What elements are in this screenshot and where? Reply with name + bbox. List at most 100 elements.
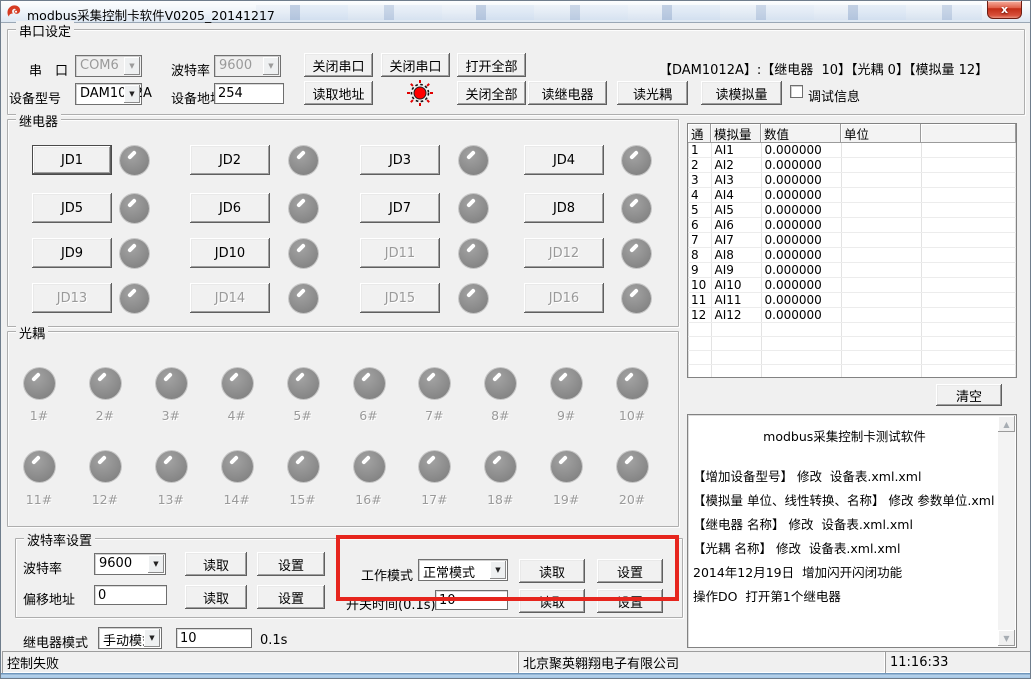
col-analog: 模拟量 (711, 124, 761, 143)
baud-read-button[interactable]: 读取 (185, 552, 247, 576)
debug-checkbox[interactable] (790, 85, 803, 98)
analog-cell-unit (841, 203, 921, 218)
close-all-button[interactable]: 关闭全部 (457, 81, 526, 105)
work-mode-combobox[interactable]: 正常模式 ▼ (418, 559, 508, 581)
offset-addr-input[interactable] (94, 585, 167, 605)
close-button[interactable]: x (987, 1, 1022, 19)
analog-row-1[interactable]: 1AI10.000000 (688, 143, 1016, 158)
analog-row-12[interactable]: 12AI120.000000 (688, 308, 1016, 323)
analog-cell-value: 0.000000 (761, 173, 841, 188)
debug-checkbox-label: 调试信息 (808, 86, 860, 105)
col-channel: 通 (688, 124, 711, 143)
relay-button-jd2[interactable]: JD2 (190, 145, 270, 175)
opto-label-3: 3# (149, 408, 193, 423)
baud-group-title: 波特率设置 (24, 530, 95, 549)
analog-cell-name: AI5 (711, 203, 761, 218)
analog-cell-ch: 11 (688, 293, 711, 308)
baud-set-combobox[interactable]: 9600 ▼ (94, 553, 166, 575)
chevron-down-icon: ▼ (144, 629, 160, 647)
relay-led-11 (459, 239, 488, 268)
opto-led-1 (24, 368, 55, 399)
log-line-3: 【继电器 名称】 修改 设备表.xml.xml (693, 513, 996, 537)
relay-mode-combobox[interactable]: 手动模式 ▼ (98, 627, 162, 649)
chevron-down-icon: ▼ (490, 561, 506, 579)
analog-cell-unit (841, 263, 921, 278)
title-bar[interactable]: modbus采集控制卡软件V0205_20141217 x (1, 1, 1030, 23)
analog-empty-row (688, 337, 1016, 351)
close-serial-button-1[interactable]: 关闭串口 (304, 53, 373, 77)
relay-led-3 (459, 146, 488, 175)
analog-cell-extra (921, 188, 1016, 203)
switch-time-label: 开关时间(0.1s) (346, 594, 436, 613)
scroll-down-icon[interactable]: ▼ (998, 630, 1015, 646)
analog-cell-extra (921, 203, 1016, 218)
serial-group-title: 串口设定 (16, 21, 74, 40)
offset-set-button[interactable]: 设置 (257, 585, 325, 609)
device-model-combobox[interactable]: DAM1012A ▼ (75, 83, 142, 105)
analog-cell-value: 0.000000 (761, 158, 841, 173)
analog-row-4[interactable]: 4AI40.000000 (688, 188, 1016, 203)
offset-read-button[interactable]: 读取 (185, 585, 247, 609)
relay-button-jd15: JD15 (360, 283, 440, 313)
analog-cell-extra (921, 233, 1016, 248)
read-addr-button[interactable]: 读取地址 (304, 81, 373, 105)
device-addr-input[interactable] (214, 83, 284, 104)
relay-button-jd7[interactable]: JD7 (360, 193, 440, 223)
relay-button-jd3[interactable]: JD3 (360, 145, 440, 175)
switch-time-read-button[interactable]: 读取 (519, 589, 585, 613)
work-mode-set-button[interactable]: 设置 (597, 559, 663, 583)
col-unit: 单位 (841, 124, 921, 143)
analog-cell-name: AI6 (711, 218, 761, 233)
open-all-button[interactable]: 打开全部 (457, 53, 526, 77)
analog-row-2[interactable]: 2AI20.000000 (688, 158, 1016, 173)
analog-row-5[interactable]: 5AI50.000000 (688, 203, 1016, 218)
relay-button-jd10[interactable]: JD10 (190, 238, 270, 268)
analog-row-9[interactable]: 9AI90.000000 (688, 263, 1016, 278)
opto-label-12: 12# (83, 492, 127, 507)
clear-button[interactable]: 清空 (936, 384, 1002, 406)
opto-led-8 (485, 368, 516, 399)
analog-cell-ch: 9 (688, 263, 711, 278)
analog-cell-name: AI11 (711, 293, 761, 308)
read-opto-button[interactable]: 读光耦 (617, 81, 688, 105)
relay-led-2 (289, 146, 318, 175)
analog-cell-extra (921, 218, 1016, 233)
analog-cell-ch: 7 (688, 233, 711, 248)
scroll-up-icon[interactable]: ▲ (998, 416, 1015, 432)
relay-mode-time-input[interactable] (176, 628, 252, 648)
relay-button-jd8[interactable]: JD8 (524, 193, 604, 223)
log-lines: modbus采集控制卡测试软件【增加设备型号】 修改 设备表.xml.xml【模… (693, 419, 996, 645)
analog-empty-row (688, 323, 1016, 337)
switch-time-input[interactable] (435, 590, 508, 610)
relay-button-jd9[interactable]: JD9 (32, 238, 112, 268)
analog-cell-value: 0.000000 (761, 188, 841, 203)
opto-led-7 (419, 368, 450, 399)
analog-empty-row (688, 351, 1016, 365)
relay-led-7 (459, 194, 488, 223)
switch-time-set-button[interactable]: 设置 (597, 589, 663, 613)
analog-cell-ch: 4 (688, 188, 711, 203)
close-serial-button-2[interactable]: 关闭串口 (381, 53, 450, 77)
col-extra (921, 124, 1016, 143)
analog-row-11[interactable]: 11AI110.000000 (688, 293, 1016, 308)
col-value: 数值 (761, 124, 841, 143)
relay-button-jd1[interactable]: JD1 (32, 145, 112, 175)
analog-row-3[interactable]: 3AI30.000000 (688, 173, 1016, 188)
analog-row-8[interactable]: 8AI80.000000 (688, 248, 1016, 263)
log-line-4: 【光耦 名称】 修改 设备表.xml.xml (693, 537, 996, 561)
analog-row-6[interactable]: 6AI60.000000 (688, 218, 1016, 233)
relay-button-jd6[interactable]: JD6 (190, 193, 270, 223)
port-combobox: COM6 ▼ (75, 55, 142, 77)
analog-row-10[interactable]: 10AI100.000000 (688, 278, 1016, 293)
relay-button-jd5[interactable]: JD5 (32, 193, 112, 223)
read-relay-button[interactable]: 读继电器 (528, 81, 607, 105)
log-scrollbar[interactable]: ▲ ▼ (998, 416, 1015, 646)
read-analog-button[interactable]: 读模拟量 (701, 81, 782, 105)
analog-row-7[interactable]: 7AI70.000000 (688, 233, 1016, 248)
relay-button-jd4[interactable]: JD4 (524, 145, 604, 175)
work-mode-read-button[interactable]: 读取 (519, 559, 585, 583)
opto-label-20: 20# (610, 492, 654, 507)
analog-cell-unit (841, 278, 921, 293)
baud-set-button[interactable]: 设置 (257, 552, 325, 576)
analog-cell-name: AI9 (711, 263, 761, 278)
